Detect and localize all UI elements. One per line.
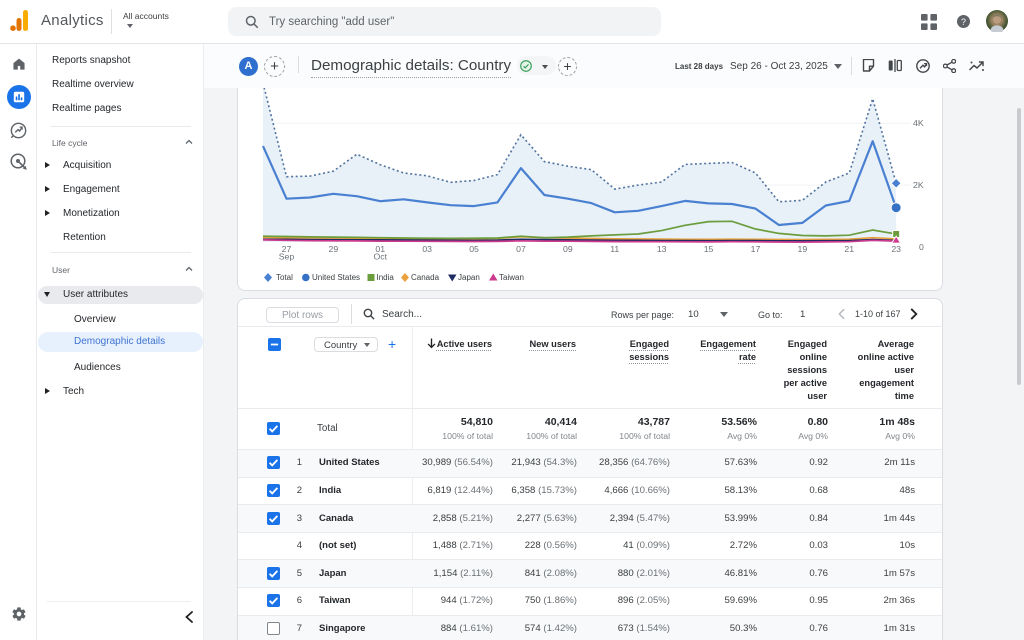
svg-text:Sep: Sep: [279, 252, 295, 262]
svg-text:21: 21: [844, 244, 854, 254]
svg-text:05: 05: [469, 244, 479, 254]
svg-text:19: 19: [798, 244, 808, 254]
svg-text:?: ?: [961, 17, 966, 27]
svg-text:15: 15: [704, 244, 714, 254]
svg-text:0: 0: [919, 242, 924, 252]
svg-text:07: 07: [516, 244, 526, 254]
svg-text:4K: 4K: [913, 118, 924, 128]
svg-text:03: 03: [422, 244, 432, 254]
svg-text:09: 09: [563, 244, 573, 254]
svg-text:11: 11: [610, 244, 619, 254]
svg-text:13: 13: [657, 244, 667, 254]
svg-text:17: 17: [751, 244, 761, 254]
svg-text:23: 23: [891, 244, 901, 254]
svg-text:Oct: Oct: [373, 252, 387, 262]
svg-text:2K: 2K: [913, 180, 924, 190]
svg-text:29: 29: [329, 244, 339, 254]
